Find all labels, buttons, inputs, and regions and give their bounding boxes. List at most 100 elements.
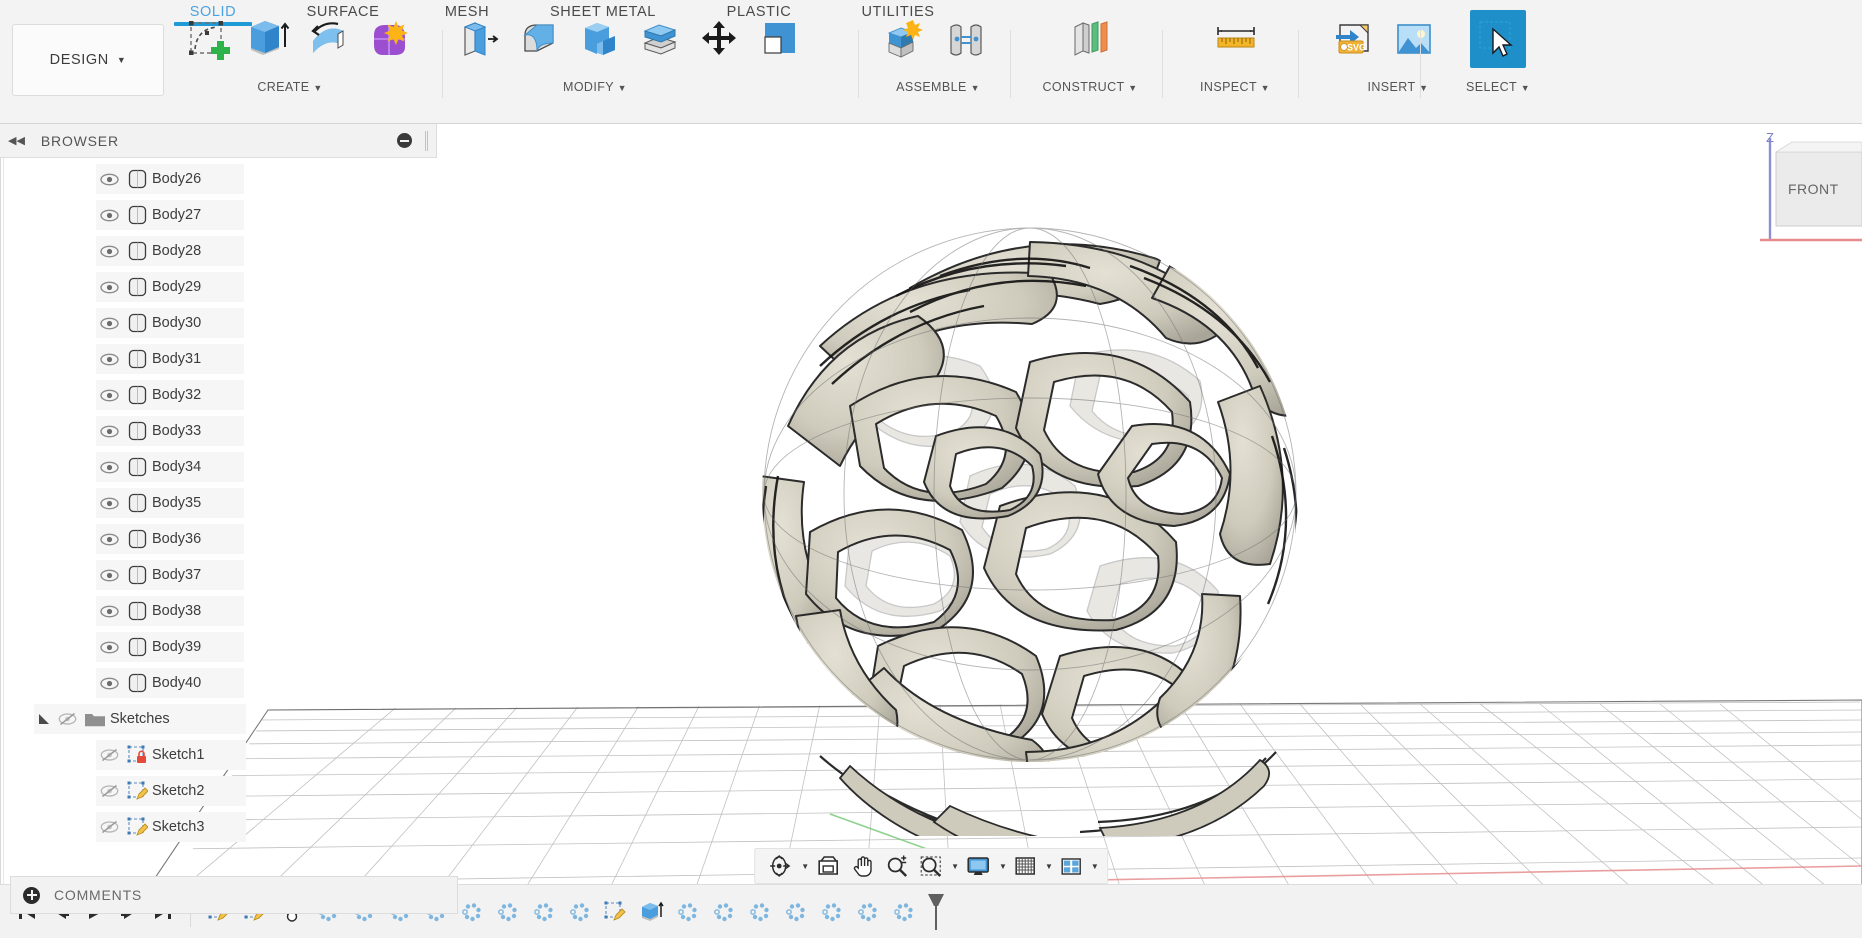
visibility-eye-icon[interactable] — [96, 389, 122, 402]
voronoi-lattice-sphere-model[interactable] — [700, 176, 1360, 836]
visibility-eye-icon[interactable] — [96, 461, 122, 474]
new-component-icon[interactable] — [878, 10, 934, 68]
form-icon[interactable] — [360, 10, 416, 68]
chevron-down-icon[interactable]: ▼ — [999, 862, 1007, 871]
grid-snaps-icon[interactable] — [1009, 851, 1041, 881]
timeline-marker[interactable] — [923, 894, 949, 930]
tree-node-sketches-folder[interactable]: Sketches — [34, 704, 246, 734]
panel-divider — [858, 30, 859, 98]
tree-node-body31[interactable]: Body31 — [96, 344, 244, 374]
timeline-feature-pattern[interactable] — [779, 894, 813, 930]
zoom-window-icon[interactable] — [915, 851, 947, 881]
tree-node-body37[interactable]: Body37 — [96, 560, 244, 590]
tree-node-body29[interactable]: Body29 — [96, 272, 244, 302]
timeline-feature-extrude[interactable] — [635, 894, 669, 930]
visibility-eye-icon[interactable] — [96, 533, 122, 546]
timeline-feature-pattern[interactable] — [563, 894, 597, 930]
pan-icon[interactable] — [847, 851, 879, 881]
panel-assemble-label[interactable]: ASSEMBLE ▼ — [868, 80, 1008, 94]
extrude-icon[interactable] — [240, 10, 296, 68]
tree-node-body36[interactable]: Body36 — [96, 524, 244, 554]
timeline-feature-pattern[interactable] — [455, 894, 489, 930]
offset-plane-icon[interactable] — [1062, 10, 1118, 68]
tree-node-body26[interactable]: Body26 — [96, 164, 244, 194]
svg-text:SVG: SVG — [1347, 43, 1366, 53]
tree-node-body33[interactable]: Body33 — [96, 416, 244, 446]
timeline-feature-pattern[interactable] — [671, 894, 705, 930]
orbit-icon[interactable] — [763, 851, 797, 881]
chevron-down-icon[interactable]: ▼ — [1091, 862, 1099, 871]
visibility-eye-icon[interactable] — [96, 353, 122, 366]
tree-node-body30[interactable]: Body30 — [96, 308, 244, 338]
timeline-feature-pattern[interactable] — [707, 894, 741, 930]
chevron-down-icon[interactable]: ▼ — [951, 862, 959, 871]
visibility-eye-icon[interactable] — [96, 497, 122, 510]
viewports-icon[interactable] — [1055, 851, 1087, 881]
tree-node-body34[interactable]: Body34 — [96, 452, 244, 482]
comments-bar[interactable]: COMMENTS — [10, 876, 458, 914]
body-icon — [122, 349, 152, 369]
tree-node-body40[interactable]: Body40 — [96, 668, 244, 698]
shell-icon[interactable] — [572, 10, 628, 68]
visibility-eye-icon[interactable] — [96, 605, 122, 618]
look-at-icon[interactable] — [811, 851, 845, 881]
visibility-eye-icon[interactable] — [96, 317, 122, 330]
measure-icon[interactable] — [1208, 10, 1264, 68]
tree-node-body27[interactable]: Body27 — [96, 200, 244, 230]
panel-resize-grip[interactable] — [425, 131, 428, 151]
expand-triangle-icon[interactable] — [34, 712, 54, 726]
workspace-switcher[interactable]: DESIGN ▼ — [12, 24, 164, 96]
tree-node-body38[interactable]: Body38 — [96, 596, 244, 626]
tree-node-body35[interactable]: Body35 — [96, 488, 244, 518]
visibility-eye-icon[interactable] — [96, 569, 122, 582]
chevron-down-icon[interactable]: ▼ — [1045, 862, 1053, 871]
timeline-feature-pattern[interactable] — [851, 894, 885, 930]
display-settings-icon[interactable] — [961, 851, 995, 881]
timeline-feature-pattern[interactable] — [815, 894, 849, 930]
align-icon[interactable] — [752, 10, 808, 68]
insert-svg-icon[interactable]: SVG — [1326, 10, 1382, 68]
panel-construct-label[interactable]: CONSTRUCT ▼ — [1020, 80, 1160, 94]
timeline-feature-pattern[interactable] — [527, 894, 561, 930]
timeline-feature-pattern[interactable] — [491, 894, 525, 930]
zoom-icon[interactable] — [881, 851, 913, 881]
panel-create-label[interactable]: CREATE ▼ — [180, 80, 400, 94]
visibility-eye-icon[interactable] — [96, 641, 122, 654]
visibility-eye-hidden-icon[interactable] — [96, 784, 122, 798]
visibility-eye-icon[interactable] — [96, 209, 122, 222]
visibility-eye-icon[interactable] — [96, 281, 122, 294]
tree-node-sketch2[interactable]: Sketch2 — [96, 776, 246, 806]
timeline-feature-pattern[interactable] — [887, 894, 921, 930]
revolve-icon[interactable] — [300, 10, 356, 68]
panel-divider — [442, 30, 443, 98]
joint-icon[interactable] — [938, 10, 994, 68]
fillet-icon[interactable] — [512, 10, 568, 68]
visibility-eye-hidden-icon[interactable] — [96, 748, 122, 762]
collapse-left-icon[interactable]: ◀◀ — [8, 134, 25, 147]
tree-node-body32[interactable]: Body32 — [96, 380, 244, 410]
tree-node-sketch1[interactable]: Sketch1 — [96, 740, 246, 770]
press-pull-icon[interactable] — [452, 10, 508, 68]
visibility-eye-icon[interactable] — [96, 245, 122, 258]
visibility-eye-icon[interactable] — [96, 173, 122, 186]
visibility-eye-hidden-icon[interactable] — [54, 712, 80, 726]
timeline-feature-pattern[interactable] — [743, 894, 777, 930]
move-copy-icon[interactable] — [692, 10, 748, 68]
visibility-eye-icon[interactable] — [96, 677, 122, 690]
tree-node-body28[interactable]: Body28 — [96, 236, 244, 266]
panel-select-label[interactable]: SELECT ▼ — [1430, 80, 1566, 94]
tree-node-sketch3[interactable]: Sketch3 — [96, 812, 246, 842]
chevron-down-icon[interactable]: ▼ — [801, 862, 809, 871]
timeline-feature-sketch[interactable] — [599, 894, 633, 930]
create-sketch-icon[interactable] — [180, 10, 236, 68]
add-comment-icon[interactable] — [23, 887, 40, 904]
minimize-icon[interactable] — [397, 133, 412, 148]
view-cube[interactable]: Z FRONT — [1752, 128, 1862, 248]
panel-modify-label[interactable]: MODIFY ▼ — [452, 80, 738, 94]
tree-node-body39[interactable]: Body39 — [96, 632, 244, 662]
panel-inspect-label[interactable]: INSPECT ▼ — [1172, 80, 1298, 94]
combine-icon[interactable] — [632, 10, 688, 68]
visibility-eye-icon[interactable] — [96, 425, 122, 438]
select-cursor-icon[interactable] — [1470, 10, 1526, 68]
visibility-eye-hidden-icon[interactable] — [96, 820, 122, 834]
